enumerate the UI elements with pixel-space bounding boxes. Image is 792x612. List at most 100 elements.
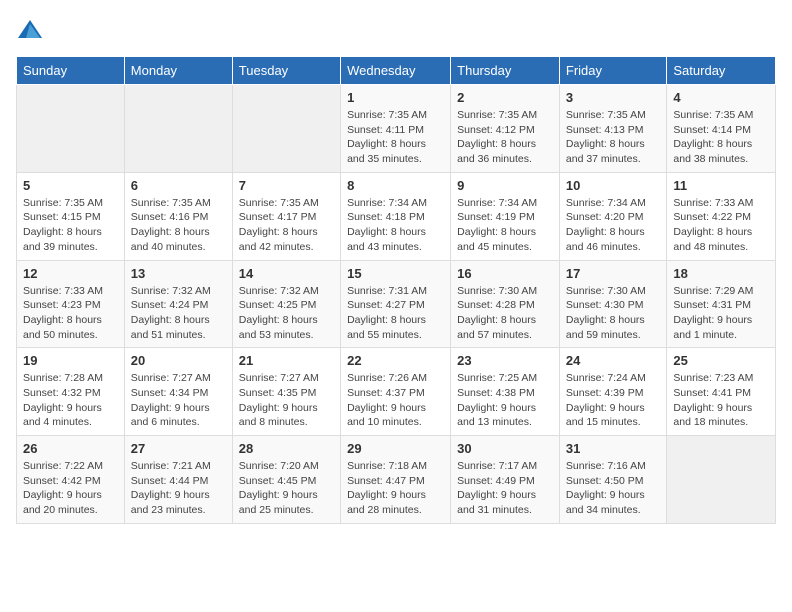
calendar-table: SundayMondayTuesdayWednesdayThursdayFrid…: [16, 56, 776, 524]
calendar-cell: 9 Sunrise: 7:34 AM Sunset: 4:19 PM Daylig…: [451, 172, 560, 260]
day-info: Sunrise: 7:32 AM Sunset: 4:24 PM Dayligh…: [131, 284, 226, 343]
day-info: Sunrise: 7:30 AM Sunset: 4:28 PM Dayligh…: [457, 284, 553, 343]
day-number: 22: [347, 353, 444, 368]
day-number: 31: [566, 441, 661, 456]
day-number: 27: [131, 441, 226, 456]
day-info: Sunrise: 7:35 AM Sunset: 4:13 PM Dayligh…: [566, 108, 661, 167]
calendar-cell: 18 Sunrise: 7:29 AM Sunset: 4:31 PM Dayli…: [667, 260, 776, 348]
calendar-cell: 27 Sunrise: 7:21 AM Sunset: 4:44 PM Dayli…: [124, 436, 232, 524]
calendar-cell: 2 Sunrise: 7:35 AM Sunset: 4:12 PM Daylig…: [451, 85, 560, 173]
day-info: Sunrise: 7:21 AM Sunset: 4:44 PM Dayligh…: [131, 459, 226, 518]
calendar-cell: [17, 85, 125, 173]
day-number: 4: [673, 90, 769, 105]
day-number: 23: [457, 353, 553, 368]
weekday-header-row: SundayMondayTuesdayWednesdayThursdayFrid…: [17, 57, 776, 85]
day-number: 24: [566, 353, 661, 368]
day-info: Sunrise: 7:32 AM Sunset: 4:25 PM Dayligh…: [239, 284, 334, 343]
day-info: Sunrise: 7:34 AM Sunset: 4:18 PM Dayligh…: [347, 196, 444, 255]
day-info: Sunrise: 7:28 AM Sunset: 4:32 PM Dayligh…: [23, 371, 118, 430]
calendar-cell: 13 Sunrise: 7:32 AM Sunset: 4:24 PM Dayli…: [124, 260, 232, 348]
day-number: 29: [347, 441, 444, 456]
day-number: 17: [566, 266, 661, 281]
page-header: [16, 16, 776, 44]
day-info: Sunrise: 7:35 AM Sunset: 4:12 PM Dayligh…: [457, 108, 553, 167]
day-number: 18: [673, 266, 769, 281]
calendar-cell: 24 Sunrise: 7:24 AM Sunset: 4:39 PM Dayli…: [559, 348, 667, 436]
calendar-cell: [667, 436, 776, 524]
calendar-cell: 22 Sunrise: 7:26 AM Sunset: 4:37 PM Dayli…: [341, 348, 451, 436]
day-number: 25: [673, 353, 769, 368]
day-number: 26: [23, 441, 118, 456]
calendar-cell: 17 Sunrise: 7:30 AM Sunset: 4:30 PM Dayli…: [559, 260, 667, 348]
calendar-header: SundayMondayTuesdayWednesdayThursdayFrid…: [17, 57, 776, 85]
day-info: Sunrise: 7:34 AM Sunset: 4:20 PM Dayligh…: [566, 196, 661, 255]
calendar-cell: [124, 85, 232, 173]
day-number: 10: [566, 178, 661, 193]
day-info: Sunrise: 7:35 AM Sunset: 4:15 PM Dayligh…: [23, 196, 118, 255]
calendar-cell: 25 Sunrise: 7:23 AM Sunset: 4:41 PM Dayli…: [667, 348, 776, 436]
day-number: 20: [131, 353, 226, 368]
weekday-header-thursday: Thursday: [451, 57, 560, 85]
calendar-week-row: 1 Sunrise: 7:35 AM Sunset: 4:11 PM Daylig…: [17, 85, 776, 173]
day-info: Sunrise: 7:26 AM Sunset: 4:37 PM Dayligh…: [347, 371, 444, 430]
calendar-cell: 5Sunrise: 7:35 AM Sunset: 4:15 PM Daylig…: [17, 172, 125, 260]
calendar-cell: 21 Sunrise: 7:27 AM Sunset: 4:35 PM Dayli…: [232, 348, 340, 436]
day-info: Sunrise: 7:25 AM Sunset: 4:38 PM Dayligh…: [457, 371, 553, 430]
calendar-body: 1 Sunrise: 7:35 AM Sunset: 4:11 PM Daylig…: [17, 85, 776, 524]
calendar-cell: 28Sunrise: 7:20 AM Sunset: 4:45 PM Dayli…: [232, 436, 340, 524]
calendar-cell: 8 Sunrise: 7:34 AM Sunset: 4:18 PM Daylig…: [341, 172, 451, 260]
calendar-cell: 19 Sunrise: 7:28 AM Sunset: 4:32 PM Dayli…: [17, 348, 125, 436]
calendar-cell: 1 Sunrise: 7:35 AM Sunset: 4:11 PM Daylig…: [341, 85, 451, 173]
day-number: 14: [239, 266, 334, 281]
day-number: 19: [23, 353, 118, 368]
calendar-cell: 23 Sunrise: 7:25 AM Sunset: 4:38 PM Dayli…: [451, 348, 560, 436]
day-number: 12: [23, 266, 118, 281]
day-number: 15: [347, 266, 444, 281]
calendar-cell: 31 Sunrise: 7:16 AM Sunset: 4:50 PM Dayli…: [559, 436, 667, 524]
day-info: Sunrise: 7:35 AM Sunset: 4:11 PM Dayligh…: [347, 108, 444, 167]
day-info: Sunrise: 7:35 AM Sunset: 4:16 PM Dayligh…: [131, 196, 226, 255]
day-info: Sunrise: 7:24 AM Sunset: 4:39 PM Dayligh…: [566, 371, 661, 430]
day-number: 30: [457, 441, 553, 456]
calendar-cell: 4 Sunrise: 7:35 AM Sunset: 4:14 PM Daylig…: [667, 85, 776, 173]
day-info: Sunrise: 7:30 AM Sunset: 4:30 PM Dayligh…: [566, 284, 661, 343]
day-info: Sunrise: 7:18 AM Sunset: 4:47 PM Dayligh…: [347, 459, 444, 518]
day-info: Sunrise: 7:35 AM Sunset: 4:17 PM Dayligh…: [239, 196, 334, 255]
day-info: Sunrise: 7:33 AM Sunset: 4:23 PM Dayligh…: [23, 284, 118, 343]
day-number: 8: [347, 178, 444, 193]
calendar-cell: [232, 85, 340, 173]
weekday-header-saturday: Saturday: [667, 57, 776, 85]
calendar-cell: 30Sunrise: 7:17 AM Sunset: 4:49 PM Dayli…: [451, 436, 560, 524]
calendar-cell: 20 Sunrise: 7:27 AM Sunset: 4:34 PM Dayli…: [124, 348, 232, 436]
day-number: 11: [673, 178, 769, 193]
weekday-header-wednesday: Wednesday: [341, 57, 451, 85]
calendar-cell: 10 Sunrise: 7:34 AM Sunset: 4:20 PM Dayli…: [559, 172, 667, 260]
calendar-cell: 16 Sunrise: 7:30 AM Sunset: 4:28 PM Dayli…: [451, 260, 560, 348]
day-info: Sunrise: 7:29 AM Sunset: 4:31 PM Dayligh…: [673, 284, 769, 343]
day-info: Sunrise: 7:35 AM Sunset: 4:14 PM Dayligh…: [673, 108, 769, 167]
day-info: Sunrise: 7:16 AM Sunset: 4:50 PM Dayligh…: [566, 459, 661, 518]
day-number: 21: [239, 353, 334, 368]
weekday-header-sunday: Sunday: [17, 57, 125, 85]
day-info: Sunrise: 7:34 AM Sunset: 4:19 PM Dayligh…: [457, 196, 553, 255]
day-info: Sunrise: 7:27 AM Sunset: 4:35 PM Dayligh…: [239, 371, 334, 430]
day-number: 1: [347, 90, 444, 105]
calendar-cell: 29 Sunrise: 7:18 AM Sunset: 4:47 PM Dayli…: [341, 436, 451, 524]
day-number: 2: [457, 90, 553, 105]
day-number: 3: [566, 90, 661, 105]
day-number: 13: [131, 266, 226, 281]
logo-icon: [16, 16, 44, 44]
day-info: Sunrise: 7:31 AM Sunset: 4:27 PM Dayligh…: [347, 284, 444, 343]
day-number: 6: [131, 178, 226, 193]
day-number: 16: [457, 266, 553, 281]
day-info: Sunrise: 7:27 AM Sunset: 4:34 PM Dayligh…: [131, 371, 226, 430]
calendar-cell: 6 Sunrise: 7:35 AM Sunset: 4:16 PM Daylig…: [124, 172, 232, 260]
day-number: 9: [457, 178, 553, 193]
weekday-header-monday: Monday: [124, 57, 232, 85]
calendar-cell: 12 Sunrise: 7:33 AM Sunset: 4:23 PM Dayli…: [17, 260, 125, 348]
day-info: Sunrise: 7:33 AM Sunset: 4:22 PM Dayligh…: [673, 196, 769, 255]
day-info: Sunrise: 7:23 AM Sunset: 4:41 PM Dayligh…: [673, 371, 769, 430]
calendar-cell: 14 Sunrise: 7:32 AM Sunset: 4:25 PM Dayli…: [232, 260, 340, 348]
calendar-cell: 11 Sunrise: 7:33 AM Sunset: 4:22 PM Dayli…: [667, 172, 776, 260]
calendar-cell: 7Sunrise: 7:35 AM Sunset: 4:17 PM Daylig…: [232, 172, 340, 260]
